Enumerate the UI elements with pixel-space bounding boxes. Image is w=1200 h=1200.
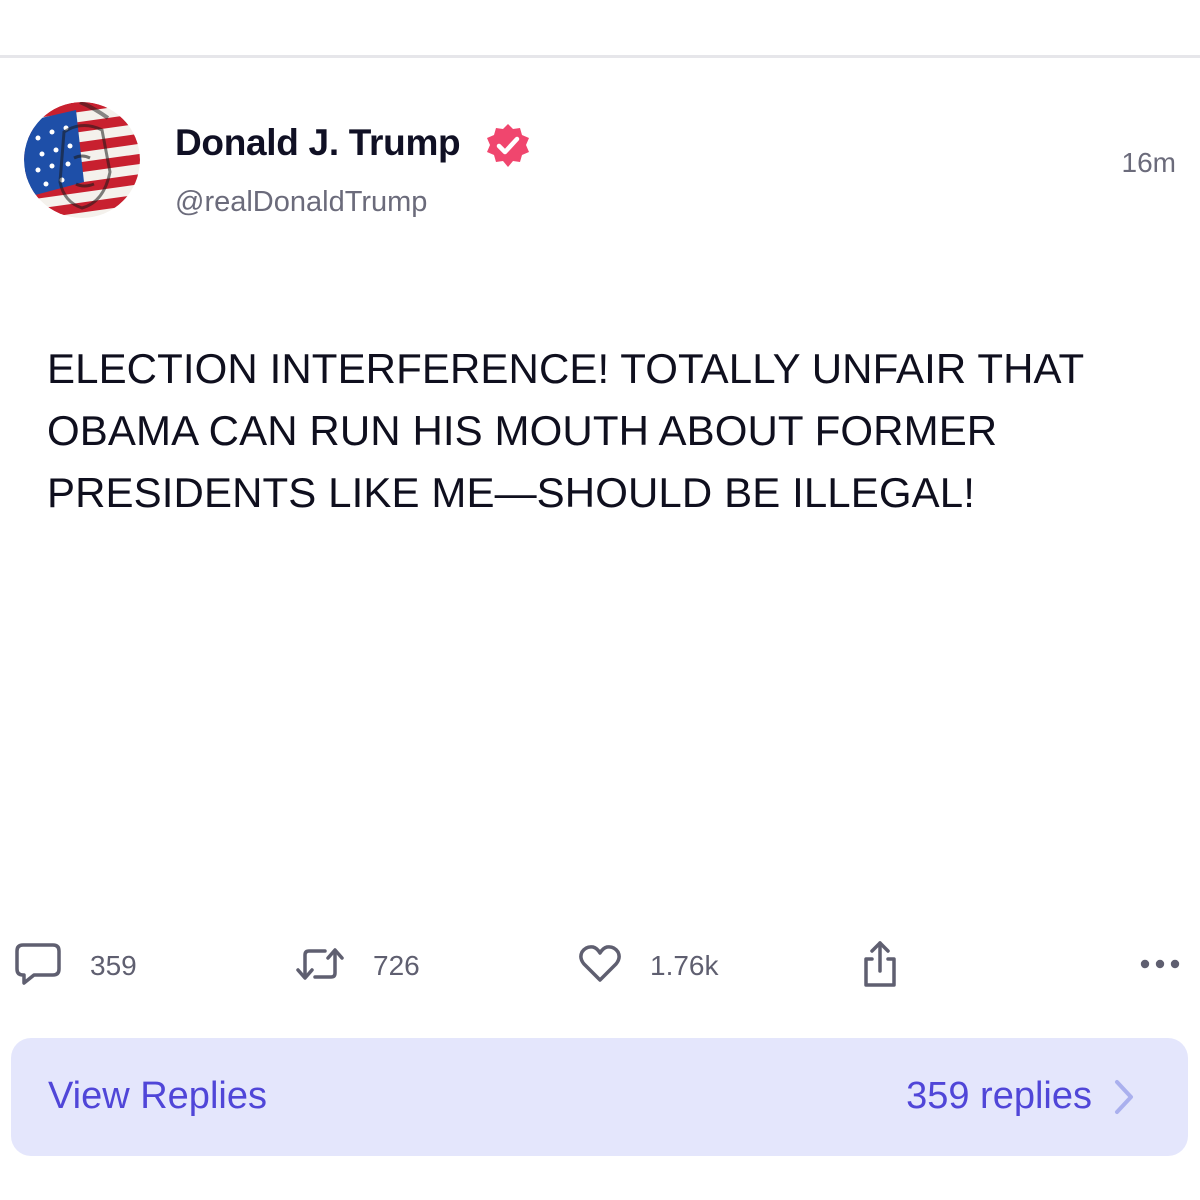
avatar[interactable] — [24, 102, 140, 218]
top-divider — [0, 55, 1200, 58]
chevron-right-icon — [1112, 1078, 1136, 1116]
repost-button[interactable]: 726 — [295, 940, 420, 992]
repost-arrows-icon — [295, 943, 345, 990]
view-replies-label: View Replies — [48, 1075, 267, 1117]
reply-count: 359 — [90, 950, 137, 981]
more-dots-icon — [1138, 957, 1182, 976]
comment-bubble-icon — [14, 941, 62, 992]
repost-count: 726 — [373, 950, 420, 981]
avatar-image — [24, 102, 140, 218]
author-handle[interactable]: @realDonaldTrump — [175, 186, 427, 219]
more-options-button[interactable] — [1138, 940, 1182, 992]
like-count: 1.76k — [650, 950, 719, 981]
heart-icon — [578, 944, 622, 989]
verified-badge-icon — [484, 122, 532, 170]
view-replies-bar[interactable]: View Replies 359 replies — [11, 1038, 1188, 1156]
post-timestamp: 16m — [1121, 147, 1176, 178]
post-detail-page: Donald J. Trump @realDonaldTrump 16m ELE… — [0, 0, 1200, 1200]
share-upload-icon — [858, 939, 902, 994]
post-text: ELECTION INTERFERENCE! TOTALLY UNFAIR TH… — [47, 345, 1084, 516]
author-display-name[interactable]: Donald J. Trump — [175, 122, 461, 164]
replies-count-label: 359 replies — [906, 1075, 1092, 1117]
share-button[interactable] — [858, 940, 902, 992]
like-button[interactable]: 1.76k — [578, 940, 719, 992]
reply-button[interactable]: 359 — [14, 940, 137, 992]
